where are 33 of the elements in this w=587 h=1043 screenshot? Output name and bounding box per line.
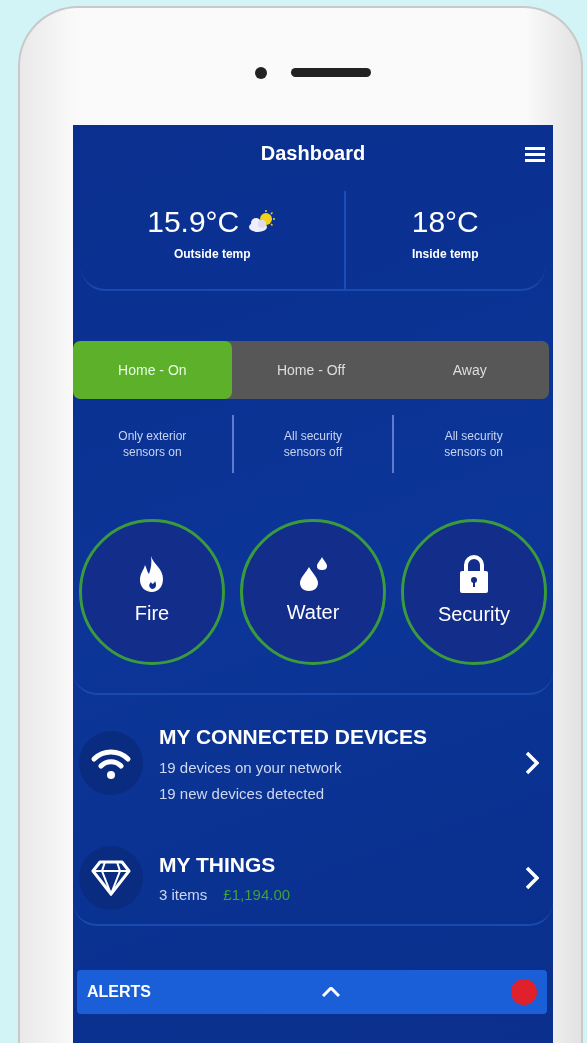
wifi-icon: [90, 746, 132, 781]
section-title: MY THINGS: [159, 851, 277, 878]
diamond-icon: [91, 859, 131, 896]
mode-tab[interactable]: Away: [390, 341, 549, 399]
mode-description: Only exterior sensors on: [117, 427, 188, 461]
section-detail: 3 items: [159, 885, 208, 905]
water-drops-icon: [298, 557, 328, 591]
category-button[interactable]: Fire: [79, 519, 225, 665]
chevron-right-icon[interactable]: [525, 751, 539, 776]
caret-up-icon: [322, 986, 340, 997]
value-amount: £1,194.00: [223, 885, 291, 905]
screen-title: Dashboard: [260, 141, 366, 166]
section-detail: 19 devices on your network: [159, 757, 342, 778]
partly-cloudy-icon: [247, 210, 278, 234]
temperature-value: 18°C: [411, 207, 479, 237]
alerts-bar[interactable]: ALERTS: [77, 969, 547, 1014]
alert-badge: [511, 978, 537, 1005]
mode-description: All security sensors off: [282, 427, 344, 461]
category-button[interactable]: Security: [401, 519, 547, 665]
camera-dot: [255, 66, 267, 79]
alerts-title: ALERTS: [87, 981, 151, 1002]
mode-description: All security sensors on: [443, 427, 504, 461]
category-button[interactable]: Water: [240, 519, 386, 665]
temperature-value: 15.9°C: [147, 207, 240, 237]
mode-tab[interactable]: Home - Off: [231, 341, 391, 399]
flame-icon: [139, 556, 165, 592]
temperature-label: Inside temp: [411, 246, 479, 263]
padlock-icon: [459, 555, 489, 593]
section-title: MY CONNECTED DEVICES: [159, 724, 428, 750]
section-detail: 19 new devices detected: [159, 784, 325, 804]
temperature-label: Outside temp: [173, 246, 251, 263]
chevron-right-icon[interactable]: [525, 865, 539, 890]
menu-icon[interactable]: [525, 147, 545, 162]
